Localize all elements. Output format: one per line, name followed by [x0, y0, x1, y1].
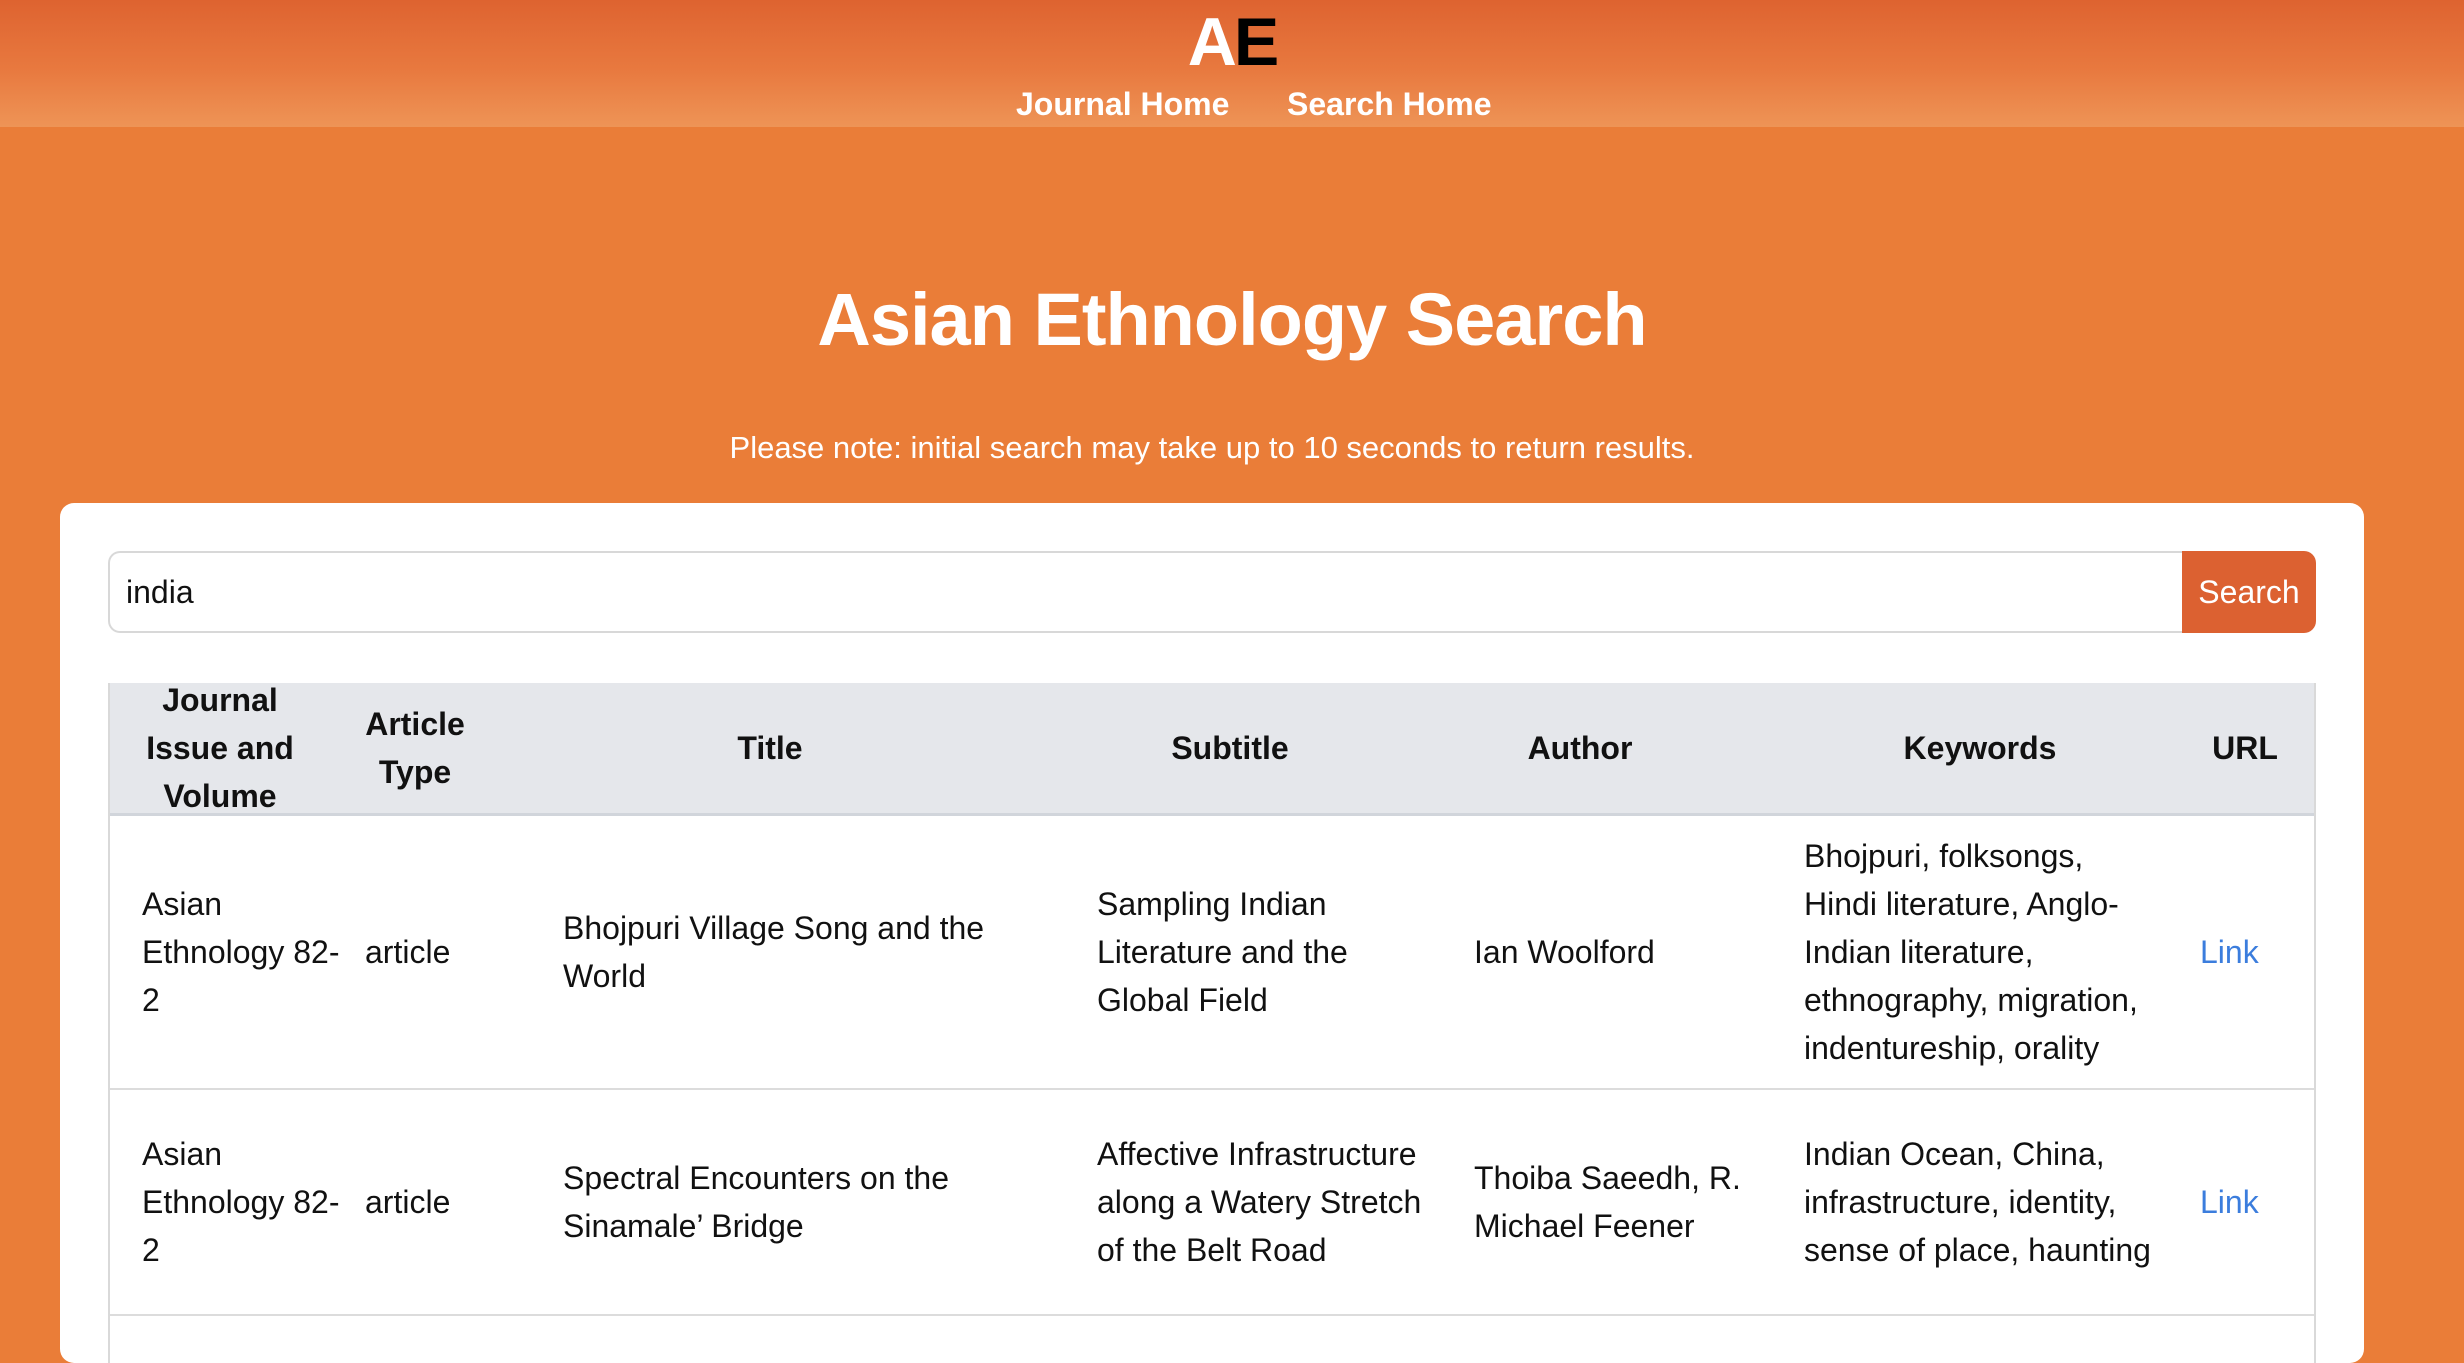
table-row: Asian Ethnology 82-2 article Spectral En… [110, 1090, 2314, 1316]
article-link[interactable]: Link [2200, 1178, 2259, 1226]
cell-text: Ian Woolford [1474, 934, 1655, 970]
column-header-url: URL [2212, 730, 2278, 766]
column-header-author: Author [1527, 730, 1633, 766]
table-header: Journal Issue and Volume Article Type Ti… [110, 683, 2314, 816]
cell-keywords: Indian Ocean, China, infrastructure, ide… [1804, 1090, 2164, 1314]
search-input[interactable] [108, 551, 2184, 633]
logo-letter-a: A [1187, 4, 1237, 80]
cell-author: Thoiba Saeedh, R. Michael Feener [1474, 1090, 1774, 1314]
cell-subtitle: Affective Infrastructure along a Watery … [1097, 1090, 1427, 1314]
results-table: Journal Issue and Volume Article Type Ti… [108, 683, 2316, 1363]
cell-text: Indian Ocean, China, infrastructure, ide… [1804, 1136, 2151, 1268]
column-header-issue-volume: Journal Issue and Volume [146, 683, 294, 814]
cell-issue-volume: Asian Ethnology 82-2 [142, 1090, 342, 1314]
cell-url: Link [2200, 816, 2300, 1088]
cell-title: Bhojpuri Village Song and the World [563, 816, 1023, 1088]
column-header-subtitle: Subtitle [1171, 730, 1289, 766]
column-header-title: Title [737, 730, 803, 766]
search-note: Please note: initial search may take up … [729, 430, 1695, 465]
top-navigation-bar: AE Journal Home Search Home [0, 0, 2464, 127]
journal-logo[interactable]: AE [0, 2, 2464, 82]
cell-text: Sampling Indian Literature and the Globa… [1097, 886, 1348, 1018]
table-row: Asian Ethnology 82-2 article Bhojpuri Vi… [110, 816, 2314, 1090]
cell-article-type: article [365, 1090, 525, 1314]
cell-url: Link [2200, 1090, 2300, 1314]
cell-keywords: Bhojpuri, folksongs, Hindi literature, A… [1804, 816, 2164, 1088]
cell-text: Bhojpuri, folksongs, Hindi literature, A… [1804, 838, 2138, 1066]
column-header-article-type: Article Type [365, 706, 465, 790]
cell-text: article [365, 1184, 451, 1220]
article-link[interactable]: Link [2200, 928, 2259, 976]
page-title: Asian Ethnology Search [817, 278, 1647, 361]
logo-letter-e: E [1233, 4, 1279, 80]
cell-text: Bhojpuri Village Song and the World [563, 910, 985, 994]
cell-article-type: article [365, 816, 525, 1088]
cell-title: Spectral Encounters on the Sinamale’ Bri… [563, 1090, 1023, 1314]
table-row [110, 1316, 2314, 1363]
cell-author: Ian Woolford [1474, 816, 1774, 1088]
cell-issue-volume: Asian Ethnology 82-2 [142, 816, 342, 1088]
cell-text: article [365, 934, 451, 970]
search-button[interactable]: Search [2182, 551, 2316, 633]
cell-subtitle: Sampling Indian Literature and the Globa… [1097, 816, 1427, 1088]
cell-text: Spectral Encounters on the Sinamale’ Bri… [563, 1160, 950, 1244]
cell-text: Thoiba Saeedh, R. Michael Feener [1474, 1160, 1741, 1244]
nav-link-search-home[interactable]: Search Home [1287, 82, 1492, 126]
cell-text: Asian Ethnology 82-2 [142, 886, 340, 1018]
search-card: Search Journal Issue and Volume Article … [60, 503, 2364, 1363]
cell-text: Asian Ethnology 82-2 [142, 1136, 340, 1268]
cell-text: Affective Infrastructure along a Watery … [1097, 1136, 1422, 1268]
nav-link-journal-home[interactable]: Journal Home [1016, 82, 1229, 126]
column-header-keywords: Keywords [1903, 730, 2057, 766]
